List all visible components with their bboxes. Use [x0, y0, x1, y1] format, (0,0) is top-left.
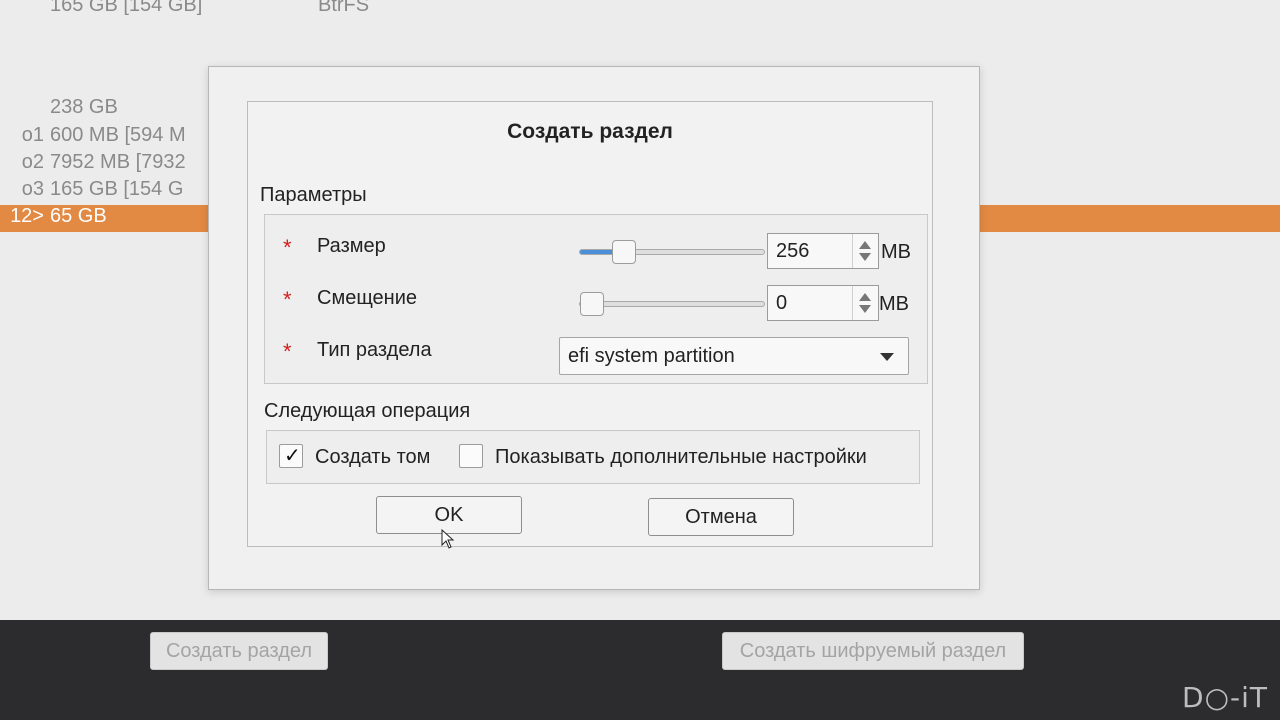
offset-label: Смещение: [317, 287, 418, 309]
dialog-content: Создать раздел Параметры * Размер 256 MB…: [247, 101, 933, 549]
show-advanced-label[interactable]: Показывать дополнительные настройки: [495, 446, 867, 469]
offset-unit: MB: [879, 293, 909, 315]
arrow-up-icon[interactable]: [859, 241, 871, 249]
parameters-group: * Размер 256 MB * Смещение 0 MB * Тип ра…: [264, 214, 928, 384]
dialog-title: Создать раздел: [507, 120, 673, 143]
partition-type-row: * Тип раздела efi system partition: [265, 335, 927, 375]
size-spinbox[interactable]: 256: [767, 233, 879, 269]
partition-index: o2: [21, 151, 44, 173]
partition-size: 238 GB: [50, 96, 118, 118]
partition-index: 12>: [10, 205, 44, 227]
offset-slider[interactable]: [579, 292, 765, 316]
ok-button[interactable]: OK: [376, 496, 522, 534]
size-slider[interactable]: [579, 240, 765, 264]
size-slider-handle[interactable]: [612, 240, 636, 264]
size-row: * Размер 256 MB: [265, 231, 927, 271]
required-marker: *: [283, 235, 292, 260]
partition-size: 165 GB [154 G: [50, 178, 184, 200]
create-partition-button[interactable]: Создать раздел: [150, 632, 328, 670]
show-advanced-checkbox[interactable]: [459, 444, 483, 468]
partition-fs: BtrFS: [318, 0, 370, 16]
size-label: Размер: [317, 235, 386, 257]
bottom-toolbar: Создать раздел Создать шифруемый раздел …: [0, 620, 1280, 720]
partition-index: o1: [21, 124, 44, 146]
required-marker: *: [283, 287, 292, 312]
parameters-label: Параметры: [260, 184, 367, 206]
offset-value: 0: [776, 292, 788, 314]
offset-row: * Смещение 0 MB: [265, 283, 927, 323]
partition-size: 165 GB [154 GB]: [50, 0, 203, 16]
spinbox-arrows[interactable]: [852, 286, 878, 320]
size-unit: MB: [881, 241, 911, 263]
partition-size: 65 GB: [50, 205, 107, 227]
arrow-down-icon[interactable]: [859, 253, 871, 261]
arrow-down-icon[interactable]: [859, 305, 871, 313]
mouse-cursor-icon: [441, 528, 455, 549]
partition-size: 7952 MB [7932: [50, 151, 186, 173]
chevron-down-icon[interactable]: [880, 353, 894, 361]
required-marker: *: [283, 339, 292, 364]
next-operation-label: Следующая операция: [264, 400, 471, 422]
spinbox-arrows[interactable]: [852, 234, 878, 268]
create-partition-dialog: Создать раздел Параметры * Размер 256 MB…: [208, 66, 980, 590]
partition-index: o3: [21, 178, 44, 200]
create-volume-checkbox[interactable]: ✓: [279, 444, 303, 468]
partition-type-label: Тип раздела: [317, 339, 432, 361]
partition-type-dropdown[interactable]: efi system partition: [559, 337, 909, 375]
create-volume-label[interactable]: Создать том: [315, 446, 430, 469]
offset-slider-handle[interactable]: [580, 292, 604, 316]
arrow-up-icon[interactable]: [859, 293, 871, 301]
create-encrypted-partition-button[interactable]: Создать шифруемый раздел: [722, 632, 1024, 670]
size-value: 256: [776, 240, 810, 262]
watermark-logo: D○-iT: [1182, 681, 1268, 714]
next-operation-group: ✓ Создать том Показывать дополнительные …: [266, 430, 920, 484]
partition-size: 600 MB [594 M: [50, 124, 186, 146]
cancel-button[interactable]: Отмена: [648, 498, 794, 536]
checkmark-icon: ✓: [284, 445, 301, 467]
partition-type-value: efi system partition: [568, 345, 735, 367]
offset-spinbox[interactable]: 0: [767, 285, 879, 321]
